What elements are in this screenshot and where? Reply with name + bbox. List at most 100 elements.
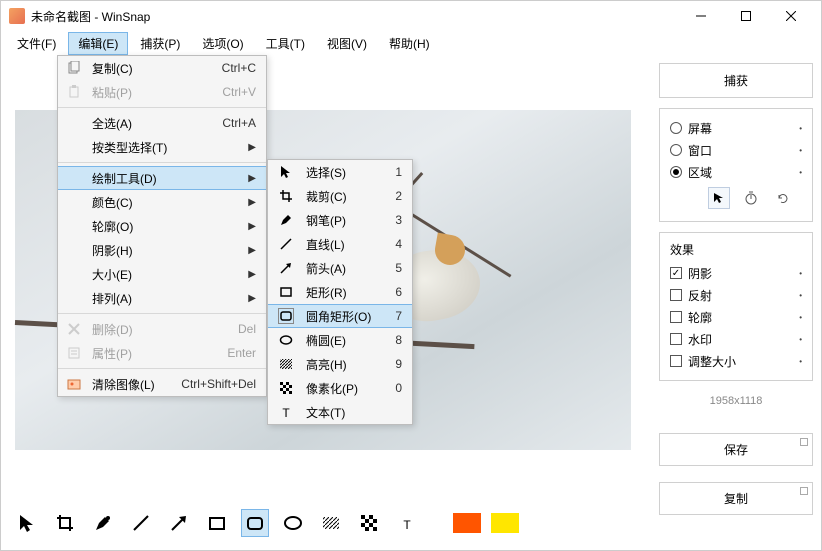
save-button-label: 保存 <box>724 443 748 457</box>
bottom-toolbar: T <box>1 496 821 550</box>
menu-file[interactable]: 文件(F) <box>7 32 66 55</box>
effect-shadow[interactable]: ✓阴影• <box>670 262 802 284</box>
menu-outline[interactable]: 轮廓(O)▶ <box>58 214 266 238</box>
effect-outline[interactable]: 轮廓• <box>670 306 802 328</box>
submenu-highlight[interactable]: 高亮(H)9 <box>268 352 412 376</box>
submenu-label: 裁剪(C) <box>306 188 374 205</box>
highlight-icon <box>274 357 298 371</box>
tool-roundrect[interactable] <box>241 509 269 537</box>
tool-pen[interactable] <box>89 509 117 537</box>
submenu-label: 椭圆(E) <box>306 332 374 349</box>
delete-icon <box>64 323 84 335</box>
tool-line[interactable] <box>127 509 155 537</box>
menu-capture[interactable]: 捕获(P) <box>130 32 190 55</box>
submenu-key: 0 <box>382 381 402 395</box>
menu-edit[interactable]: 编辑(E) <box>68 32 128 55</box>
svg-text:T: T <box>282 406 290 419</box>
submenu-pen[interactable]: 钢笔(P)3 <box>268 208 412 232</box>
color-primary-swatch[interactable] <box>453 513 481 533</box>
effect-resize[interactable]: 调整大小• <box>670 350 802 372</box>
submenu-label: 选择(S) <box>306 164 374 181</box>
effect-label: 调整大小 <box>688 353 736 370</box>
effects-panel: 效果 ✓阴影• 反射• 轮廓• 水印• 调整大小• <box>659 232 813 381</box>
window-title: 未命名截图 - WinSnap <box>31 8 678 25</box>
clear-icon <box>64 377 84 391</box>
copy-icon <box>64 61 84 75</box>
timer-icon[interactable] <box>740 187 762 209</box>
mode-label: 屏幕 <box>688 120 712 137</box>
submenu-label: 高亮(H) <box>306 356 374 373</box>
submenu-key: 7 <box>382 309 402 323</box>
submenu-label: 像素化(P) <box>306 380 374 397</box>
submenu-label: 圆角矩形(O) <box>306 308 374 325</box>
line-icon <box>274 237 298 251</box>
menu-shadow[interactable]: 阴影(H)▶ <box>58 238 266 262</box>
crop-icon <box>274 189 298 203</box>
tool-text[interactable]: T <box>393 509 421 537</box>
tool-select[interactable] <box>13 509 41 537</box>
submenu-key: 5 <box>382 261 402 275</box>
close-button[interactable] <box>768 1 813 31</box>
refresh-icon[interactable] <box>772 187 794 209</box>
app-icon <box>9 8 25 24</box>
menu-options[interactable]: 选项(O) <box>192 32 253 55</box>
submenu-label: 箭头(A) <box>306 260 374 277</box>
menu-select-by-type[interactable]: 按类型选择(T)▶ <box>58 135 266 159</box>
menu-size[interactable]: 大小(E)▶ <box>58 262 266 286</box>
mode-screen[interactable]: 屏幕• <box>670 117 802 139</box>
effect-label: 阴影 <box>688 265 712 282</box>
menu-select-all[interactable]: 全选(A)Ctrl+A <box>58 111 266 135</box>
submenu-line[interactable]: 直线(L)4 <box>268 232 412 256</box>
menu-copy[interactable]: 复制(C)Ctrl+C <box>58 56 266 80</box>
capture-tool-row <box>670 183 802 213</box>
tool-crop[interactable] <box>51 509 79 537</box>
tool-arrow[interactable] <box>165 509 193 537</box>
submenu-key: 3 <box>382 213 402 227</box>
mode-label: 窗口 <box>688 142 712 159</box>
tool-highlight[interactable] <box>317 509 345 537</box>
effect-label: 反射 <box>688 287 712 304</box>
maximize-button[interactable] <box>723 1 768 31</box>
submenu-label: 文本(T) <box>306 404 374 421</box>
svg-text:T: T <box>403 518 411 532</box>
color-secondary-swatch[interactable] <box>491 513 519 533</box>
tool-ellipse[interactable] <box>279 509 307 537</box>
menu-tools[interactable]: 工具(T) <box>256 32 315 55</box>
capture-button[interactable]: 捕获 <box>659 63 813 98</box>
menu-paste: 粘贴(P)Ctrl+V <box>58 80 266 104</box>
submenu-pixelate[interactable]: 像素化(P) 0 <box>268 376 412 400</box>
properties-icon <box>64 347 84 359</box>
submenu-text[interactable]: T 文本(T) <box>268 400 412 424</box>
submenu-crop[interactable]: 裁剪(C)2 <box>268 184 412 208</box>
mode-region[interactable]: 区域• <box>670 161 802 183</box>
submenu-arrow[interactable]: 箭头(A) 5 <box>268 256 412 280</box>
submenu-ellipse[interactable]: 椭圆(E) 8 <box>268 328 412 352</box>
paste-icon <box>64 85 84 99</box>
tool-rect[interactable] <box>203 509 231 537</box>
submenu-roundrect[interactable]: 圆角矩形(O) 7 <box>268 304 412 328</box>
menu-color[interactable]: 颜色(C)▶ <box>58 190 266 214</box>
menu-draw-tools[interactable]: 绘制工具(D)▶ <box>58 166 266 190</box>
menu-clear-image[interactable]: 清除图像(L)Ctrl+Shift+Del <box>58 372 266 396</box>
minimize-button[interactable] <box>678 1 723 31</box>
capture-button-label: 捕获 <box>724 74 748 88</box>
effect-watermark[interactable]: 水印• <box>670 328 802 350</box>
tool-pixelate[interactable] <box>355 509 383 537</box>
submenu-key: 8 <box>382 333 402 347</box>
save-button[interactable]: 保存 <box>659 433 813 466</box>
submenu-rect[interactable]: 矩形(R)6 <box>268 280 412 304</box>
window-controls <box>678 1 813 31</box>
submenu-cursor[interactable]: 选择(S)1 <box>268 160 412 184</box>
dimensions-label: 1958x1118 <box>659 391 813 407</box>
menu-view[interactable]: 视图(V) <box>317 32 377 55</box>
cursor-tool-icon[interactable] <box>708 187 730 209</box>
ellipse-icon <box>274 333 298 347</box>
shadow-swatch[interactable] <box>547 509 575 537</box>
submenu-label: 直线(L) <box>306 236 374 253</box>
mode-window[interactable]: 窗口• <box>670 139 802 161</box>
menu-help[interactable]: 帮助(H) <box>379 32 440 55</box>
menu-arrange[interactable]: 排列(A)▶ <box>58 286 266 310</box>
mode-label: 区域 <box>688 164 712 181</box>
capture-modes-panel: 屏幕• 窗口• 区域• <box>659 108 813 222</box>
effect-reflection[interactable]: 反射• <box>670 284 802 306</box>
